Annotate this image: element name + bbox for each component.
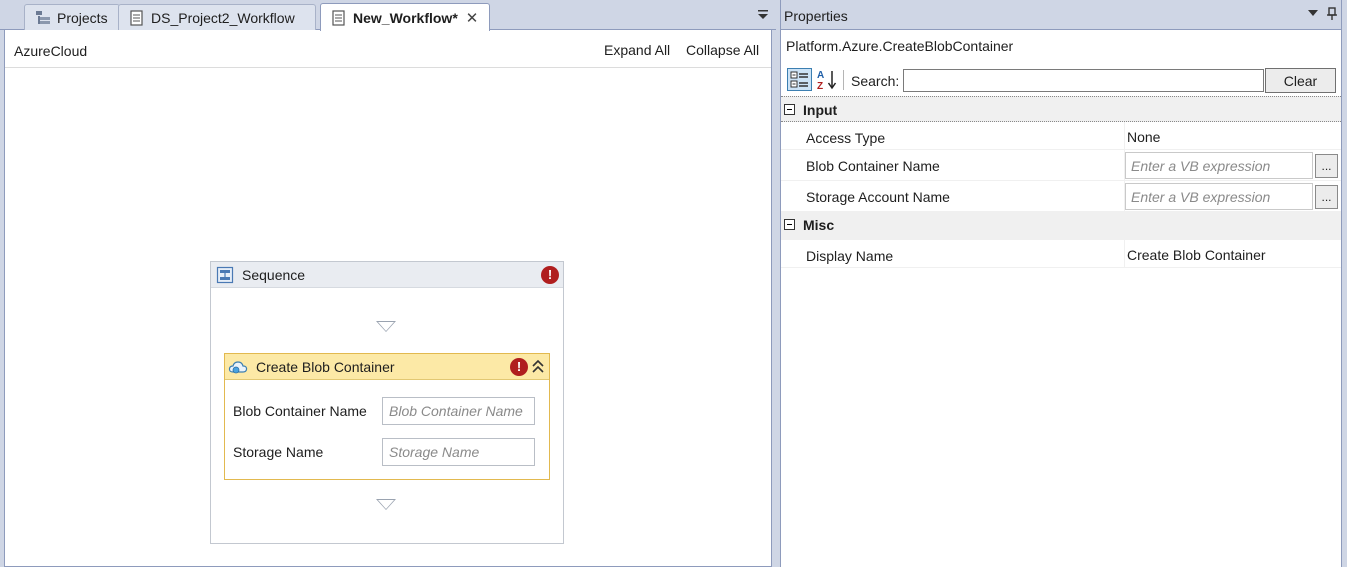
- tab-new-workflow[interactable]: New_Workflow* ✕: [320, 3, 490, 31]
- category-misc[interactable]: Misc: [781, 212, 1341, 240]
- pin-icon[interactable]: [1326, 7, 1338, 21]
- storage-account-name-expression-input[interactable]: [1125, 183, 1313, 210]
- document-icon: [332, 9, 345, 26]
- breadcrumb[interactable]: AzureCloud: [14, 43, 87, 59]
- clear-button[interactable]: Clear: [1265, 68, 1336, 93]
- blob-container-name-expression-input[interactable]: [1125, 152, 1313, 179]
- document-tab-strip: Projects DS_Project2_Workflow New_Workfl…: [0, 0, 776, 31]
- sort-alphabetical-icon[interactable]: A Z: [815, 68, 839, 91]
- property-name: Access Type: [806, 130, 886, 146]
- panel-title: Properties: [784, 8, 848, 24]
- collapse-all-link[interactable]: Collapse All: [686, 42, 759, 58]
- categorized-view-button[interactable]: [787, 68, 812, 91]
- search-input[interactable]: [903, 69, 1264, 92]
- collapse-toggle-icon[interactable]: [784, 104, 795, 115]
- column-divider: [1124, 122, 1125, 149]
- property-name: Blob Container Name: [806, 158, 940, 174]
- storage-name-label: Storage Name: [233, 444, 324, 460]
- blob-container-name-label: Blob Container Name: [233, 403, 367, 419]
- collapse-toggle-icon[interactable]: [784, 219, 795, 230]
- property-row-blob-container-name[interactable]: Blob Container Name ...: [781, 150, 1341, 181]
- expression-editor-button[interactable]: ...: [1315, 154, 1338, 178]
- property-row-display-name[interactable]: Display Name Create Blob Container: [781, 240, 1341, 268]
- tab-overflow-menu-icon[interactable]: [756, 8, 770, 22]
- search-label: Search:: [851, 73, 900, 89]
- blob-container-name-input[interactable]: [382, 397, 535, 425]
- property-row-storage-account-name[interactable]: Storage Account Name ...: [781, 181, 1341, 212]
- selected-object-name: Platform.Azure.CreateBlobContainer: [786, 38, 1014, 54]
- validation-error-icon[interactable]: !: [510, 358, 528, 376]
- category-name: Misc: [803, 217, 835, 233]
- svg-text:A: A: [817, 70, 824, 81]
- property-row-access-type[interactable]: Access Type None: [781, 122, 1341, 150]
- tab-projects[interactable]: Projects: [24, 4, 120, 30]
- toolbar-separator: [843, 70, 844, 90]
- designer-header: AzureCloud Expand All Collapse All: [5, 30, 771, 68]
- sequence-activity[interactable]: Sequence ! Create Blob Container ! Blob …: [210, 261, 564, 544]
- property-name: Display Name: [806, 248, 894, 264]
- sequence-icon: [216, 266, 234, 284]
- property-value[interactable]: None: [1127, 129, 1160, 145]
- properties-toolbar: A Z Search: Clear: [781, 64, 1341, 94]
- activity-title: Create Blob Container: [256, 359, 395, 375]
- properties-panel: Properties Platform.Azure.CreateBlobCont…: [780, 0, 1342, 567]
- chevron-down-icon[interactable]: [1308, 9, 1318, 20]
- storage-name-input[interactable]: [382, 438, 535, 466]
- property-value[interactable]: Create Blob Container: [1127, 247, 1266, 263]
- property-name: Storage Account Name: [806, 189, 950, 205]
- category-input[interactable]: Input: [781, 96, 1341, 122]
- tab-label: New_Workflow*: [353, 9, 458, 26]
- expand-all-link[interactable]: Expand All: [604, 42, 670, 58]
- drop-target-arrow-icon: [376, 499, 396, 510]
- svg-text:Z: Z: [817, 81, 823, 91]
- tab-ds-project2-workflow[interactable]: DS_Project2_Workflow: [118, 4, 316, 30]
- azure-cloud-icon: [228, 361, 248, 374]
- workflow-designer-canvas[interactable]: AzureCloud Expand All Collapse All Seque…: [4, 30, 772, 567]
- property-grid: Input Access Type None Blob Container Na…: [781, 96, 1341, 268]
- tab-label: DS_Project2_Workflow: [151, 9, 295, 26]
- sequence-header[interactable]: Sequence !: [211, 262, 563, 288]
- tab-label: Projects: [57, 9, 108, 26]
- close-icon[interactable]: ✕: [466, 9, 479, 27]
- expression-editor-button[interactable]: ...: [1315, 185, 1338, 209]
- collapse-chevron-icon[interactable]: [530, 357, 546, 377]
- drop-target-arrow-icon: [376, 321, 396, 332]
- column-divider: [1124, 240, 1125, 267]
- create-blob-container-activity[interactable]: Create Blob Container ! Blob Container N…: [224, 353, 550, 480]
- activity-header[interactable]: Create Blob Container !: [225, 354, 549, 380]
- properties-title-bar: Properties: [781, 0, 1341, 30]
- project-explorer-icon: [36, 10, 50, 24]
- category-name: Input: [803, 102, 838, 118]
- validation-error-icon[interactable]: !: [541, 266, 559, 284]
- sequence-title: Sequence: [242, 267, 306, 283]
- document-icon: [130, 9, 143, 26]
- categorized-icon: [790, 71, 808, 88]
